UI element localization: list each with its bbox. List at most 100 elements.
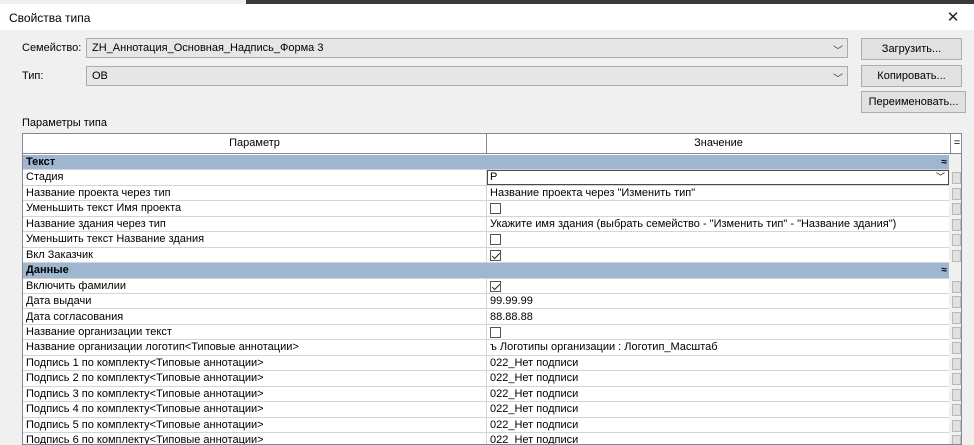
- row-edit-button[interactable]: [952, 404, 961, 417]
- parameter-name: Уменьшить текст Имя проекта: [23, 201, 487, 217]
- parameter-value[interactable]: ъ Логотипы организации : Логотип_Масштаб: [487, 340, 949, 355]
- row-edit-button[interactable]: [952, 388, 961, 401]
- row-edit-button[interactable]: [952, 187, 961, 200]
- row-edit-button[interactable]: [952, 419, 961, 432]
- parameter-name: Название проекта через тип: [23, 185, 487, 201]
- collapse-icon[interactable]: ≈: [942, 155, 948, 170]
- family-label: Семейство:: [22, 42, 82, 54]
- parameter-value: Р: [490, 171, 498, 184]
- column-header-parameter[interactable]: Параметр: [23, 134, 487, 154]
- row-edit-button[interactable]: [952, 342, 961, 355]
- table-row[interactable]: Подпись 2 по комплекту<Типовые аннотации…: [23, 371, 961, 387]
- row-edit-button[interactable]: [952, 311, 961, 324]
- table-row[interactable]: Включить фамилии: [23, 278, 961, 294]
- rename-button[interactable]: Переименовать...: [861, 91, 966, 113]
- title-bar: Свойства типа ✕: [0, 4, 974, 30]
- parameter-value-dropdown[interactable]: Р ﹀: [487, 170, 949, 186]
- parameter-name: Включить фамилии: [23, 278, 487, 294]
- checkbox-unchecked[interactable]: [490, 203, 501, 215]
- row-edit-button[interactable]: [952, 296, 961, 309]
- table-row[interactable]: Подпись 4 по комплекту<Типовые аннотации…: [23, 402, 961, 418]
- parameter-value[interactable]: 022_Нет подписи: [487, 356, 949, 371]
- parameter-name: Дата выдачи: [23, 294, 487, 310]
- parameter-name: Подпись 1 по комплекту<Типовые аннотации…: [23, 355, 487, 371]
- group-header[interactable]: Данные ≈: [23, 263, 961, 279]
- chevron-down-icon: ﹀: [935, 172, 945, 183]
- parameter-name: Стадия: [23, 170, 487, 186]
- table-row[interactable]: Дата выдачи 99.99.99: [23, 294, 961, 310]
- row-edit-button[interactable]: [952, 172, 961, 185]
- table-row[interactable]: Уменьшить текст Имя проекта: [23, 201, 961, 217]
- parameter-name: Уменьшить текст Название здания: [23, 232, 487, 248]
- parameter-value[interactable]: 022_Нет подписи: [487, 387, 949, 402]
- parameter-name: Дата согласования: [23, 309, 487, 325]
- type-value: ОВ: [92, 70, 108, 82]
- parameter-name: Вкл Заказчик: [23, 247, 487, 263]
- row-edit-button[interactable]: [952, 218, 961, 231]
- table-row[interactable]: Подпись 3 по комплекту<Типовые аннотации…: [23, 386, 961, 403]
- row-edit-button[interactable]: [952, 373, 961, 386]
- parameter-value[interactable]: 022_Нет подписи: [487, 402, 949, 417]
- table-row[interactable]: Название здания через тип Укажите имя зда…: [23, 216, 961, 233]
- column-header-value[interactable]: Значение: [487, 134, 951, 154]
- checkbox-unchecked[interactable]: [490, 234, 501, 246]
- table-row[interactable]: Название проекта через тип Название проек…: [23, 185, 961, 202]
- parameter-value-cell[interactable]: [487, 279, 949, 294]
- parameter-name: Подпись 6 по комплекту<Типовые аннотации…: [23, 433, 487, 444]
- chevron-down-icon: ﹀: [833, 74, 843, 85]
- parameter-value[interactable]: 022_Нет подписи: [487, 371, 949, 386]
- table-row[interactable]: Подпись 6 по комплекту<Типовые аннотации…: [23, 433, 961, 444]
- checkbox-checked[interactable]: [490, 280, 501, 292]
- type-dropdown[interactable]: ОВ ﹀: [86, 66, 848, 86]
- row-edit-button[interactable]: [952, 326, 961, 339]
- family-dropdown[interactable]: ZH_Аннотация_Основная_Надпись_Форма 3 ﹀: [86, 38, 848, 58]
- parameter-name: Название организации логотип<Типовые анн…: [23, 340, 487, 356]
- parameter-name: Название организации текст: [23, 324, 487, 340]
- grid-header: Параметр Значение =: [23, 134, 961, 154]
- collapse-icon[interactable]: ≈: [942, 263, 948, 278]
- table-row[interactable]: Уменьшить текст Название здания: [23, 232, 961, 248]
- row-edit-button[interactable]: [952, 249, 961, 262]
- group-header[interactable]: Текст ≈: [23, 155, 961, 171]
- close-icon[interactable]: ✕: [940, 8, 966, 28]
- parameter-value[interactable]: 022_Нет подписи: [487, 433, 949, 444]
- type-label: Тип:: [22, 70, 44, 82]
- parameter-value-cell[interactable]: [487, 232, 949, 247]
- load-button[interactable]: Загрузить...: [861, 38, 962, 60]
- parameter-value[interactable]: 88.88.88: [487, 310, 949, 325]
- family-value: ZH_Аннотация_Основная_Надпись_Форма 3: [92, 42, 324, 54]
- table-row[interactable]: Подпись 5 по комплекту<Типовые аннотации…: [23, 417, 961, 434]
- row-edit-button[interactable]: [952, 234, 961, 247]
- table-row[interactable]: Дата согласования 88.88.88: [23, 309, 961, 325]
- parameters-grid: Параметр Значение = Текст ≈ Стадия Р ﹀ Назван…: [22, 133, 962, 445]
- checkbox-checked[interactable]: [490, 249, 501, 261]
- parameter-value-cell[interactable]: [487, 201, 949, 216]
- row-edit-button[interactable]: [952, 435, 961, 444]
- table-row[interactable]: Название организации текст: [23, 324, 961, 341]
- group-label: Данные: [26, 264, 69, 277]
- column-options-icon[interactable]: =: [951, 134, 961, 154]
- row-edit-button[interactable]: [952, 203, 961, 216]
- parameter-value-cell[interactable]: [487, 248, 949, 263]
- parameter-value[interactable]: 99.99.99: [487, 294, 949, 309]
- parameter-value[interactable]: Название проекта через "Изменить тип": [487, 186, 949, 201]
- table-row[interactable]: Подпись 1 по комплекту<Типовые аннотации…: [23, 355, 961, 372]
- params-label: Параметры типа: [22, 117, 107, 129]
- table-row[interactable]: Вкл Заказчик: [23, 247, 961, 264]
- row-edit-button[interactable]: [952, 280, 961, 293]
- parameter-value[interactable]: 022_Нет подписи: [487, 418, 949, 433]
- parameter-name: Название здания через тип: [23, 216, 487, 232]
- row-edit-button[interactable]: [952, 357, 961, 370]
- parameter-name: Подпись 2 по комплекту<Типовые аннотации…: [23, 371, 487, 387]
- copy-button[interactable]: Копировать...: [861, 65, 962, 87]
- group-label: Текст: [26, 156, 56, 168]
- chevron-down-icon: ﹀: [833, 46, 843, 57]
- parameter-value[interactable]: Укажите имя здания (выбрать семейство - …: [487, 217, 949, 232]
- parameter-value-cell[interactable]: [487, 325, 949, 340]
- table-row[interactable]: Стадия Р ﹀: [23, 170, 961, 186]
- checkbox-unchecked[interactable]: [490, 326, 501, 338]
- table-row[interactable]: Название организации логотип<Типовые анн…: [23, 340, 961, 356]
- parameter-name: Подпись 4 по комплекту<Типовые аннотации…: [23, 402, 487, 418]
- type-properties-dialog: Свойства типа ✕ Семейство: ZH_Аннотация_…: [0, 0, 974, 445]
- parameter-name: Подпись 3 по комплекту<Типовые аннотации…: [23, 386, 487, 402]
